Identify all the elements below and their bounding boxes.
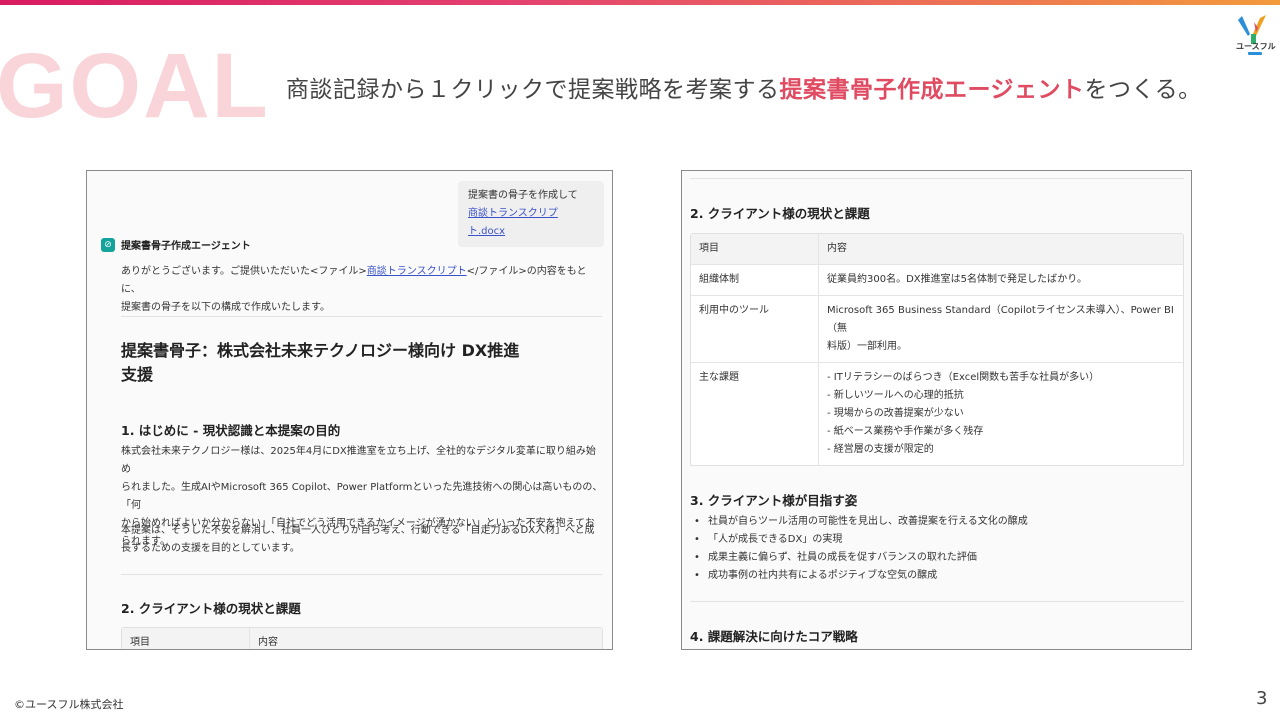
doc-title-line2: 支援 [121,365,154,384]
cell-line: Microsoft 365 Business Standard（Copilotラ… [827,305,1174,334]
table-cell-item: 組織体制 [691,265,819,295]
chat-screenshot-left: 提案書の骨子を作成して 商談トランスクリプト.docx ⊘ 提案書骨子作成エージ… [86,170,613,650]
table-cell-item: 主な課題 [691,363,819,465]
section2-title: 2. クライアント様の現状と課題 [690,206,870,221]
headline-accent: 提案書骨子作成エージェント [779,77,1085,103]
table-header-row: 項目 内容 [691,234,1183,265]
table-row: 主な課題 - ITリテラシーのばらつき（Excel関数も苦手な社員が多い） - … [691,363,1183,465]
section1-title: 1. はじめに - 現状認識と本提案の目的 [121,423,341,438]
status-table: 項目 内容 [121,627,603,649]
para-line: 株式会社未来テクノロジー様は、2025年4月にDX推進室を立ち上げ、全社的なデジ… [121,446,596,475]
headline-text-pre: 商談記録から１クリックで提案戦略を考案する [286,77,780,103]
headline-text-post: をつくる。 [1084,77,1202,103]
section3-title: 3. クライアント様が目指す姿 [690,493,858,508]
section1-paragraph2: 本提案は、そうした不安を解消し、社員一人ひとりが自ら考え、行動できる「自走力ある… [121,522,605,558]
para-line: られました。生成AIやMicrosoft 365 Copilot、Power P… [121,482,603,511]
agent-icon: ⊘ [101,237,115,252]
table-cell-item: 利用中のツール [691,296,819,362]
table-header-cell: 内容 [827,243,847,254]
user-message-text: 提案書の骨子を作成して [468,190,578,201]
cell-line: - 経営層の支援が限定的 [827,444,934,455]
intro-file-link[interactable]: 商談トランスクリプト [367,266,467,277]
table-cell-content: Microsoft 365 Business Standard（Copilotラ… [819,296,1183,362]
cell-line: - 新しいツールへの心理的抵抗 [827,390,964,401]
logo-underline [1248,52,1262,55]
table-header-cell: 項目 [691,234,819,264]
cell-line: - ITリテラシーのばらつき（Excel関数も苦手な社員が多い） [827,372,1100,383]
agent-header: ⊘ 提案書骨子作成エージェント [101,237,251,252]
table-header-cell: 内容 [258,637,278,648]
divider [121,316,602,317]
list-item: 成果主義に偏らず、社員の成長を促すバランスの取れた評価 [694,549,1174,567]
copyright: ©ユースフル株式会社 [14,698,124,711]
para-line: 長するための支援を目的としています。 [121,543,300,554]
page-number: 3 [1256,688,1268,709]
status-table: 項目 内容 組織体制 従業員約300名。DX推進室は5名体制で発足したばかり。 … [690,233,1184,466]
divider [690,178,1184,179]
cell-line: - 現場からの改善提案が少ない [827,408,964,419]
intro-text-line2: 提案書の骨子を以下の構成で作成いたします。 [121,302,330,313]
table-row: 組織体制 従業員約300名。DX推進室は5名体制で発足したばかり。 [691,265,1183,296]
section4-title: 4. 課題解決に向けたコア戦略 [690,629,858,644]
section3-bullet-list: 社員が自らツール活用の可能性を見出し、改善提案を行える文化の醸成 「人が成長でき… [694,513,1174,585]
slide-headline: 商談記録から１クリックで提案戦略を考案する提案書骨子作成エージェントをつくる。 [286,70,1202,104]
intro-text-pre: ありがとうございます。ご提供いただいた<ファイル> [121,266,367,277]
cell-line: - 紙ベース業務や手作業が多く残存 [827,426,984,437]
logo-text: ユースフル [1236,42,1276,51]
para-line: 本提案は、そうした不安を解消し、社員一人ひとりが自ら考え、行動できる「自走力ある… [121,525,595,536]
goal-watermark: GOAL [0,35,270,137]
table-cell-content: 従業員約300名。DX推進室は5名体制で発足したばかり。 [819,265,1183,295]
list-item: 「人が成長できるDX」の実現 [694,531,1174,549]
agent-name: 提案書骨子作成エージェント [121,241,251,252]
doc-title-line1: 提案書骨子：株式会社未来テクノロジー様向け DX推進 [121,341,520,360]
divider [690,465,1184,466]
table-cell-content: - ITリテラシーのばらつき（Excel関数も苦手な社員が多い） - 新しいツー… [819,363,1183,465]
list-item: 社員が自らツール活用の可能性を見出し、改善提案を行える文化の醸成 [694,513,1174,531]
cell-line: 従業員約300名。DX推進室は5名体制で発足したばかり。 [827,274,1087,285]
list-item: 成功事例の社内共有によるポジティブな空気の醸成 [694,567,1174,585]
table-header-cell: 項目 [122,628,250,649]
divider [690,601,1184,602]
chat-screenshot-right: 2. クライアント様の現状と課題 項目 内容 組織体制 従業員約300名。DX推… [681,170,1192,650]
section2-title: 2. クライアント様の現状と課題 [121,601,301,616]
user-message-bubble: 提案書の骨子を作成して 商談トランスクリプト.docx [458,181,604,247]
agent-intro: ありがとうございます。ご提供いただいた<ファイル>商談トランスクリプト</ファイ… [121,263,601,317]
divider [121,574,602,575]
table-header-row: 項目 内容 [122,628,602,649]
table-row: 利用中のツール Microsoft 365 Business Standard（… [691,296,1183,363]
cell-line: 料版）一部利用。 [827,341,907,352]
top-gradient-bar [0,0,1280,5]
attached-file-link[interactable]: 商談トランスクリプト.docx [468,205,594,241]
doc-title: 提案書骨子：株式会社未来テクノロジー様向け DX推進 支援 [121,339,521,387]
